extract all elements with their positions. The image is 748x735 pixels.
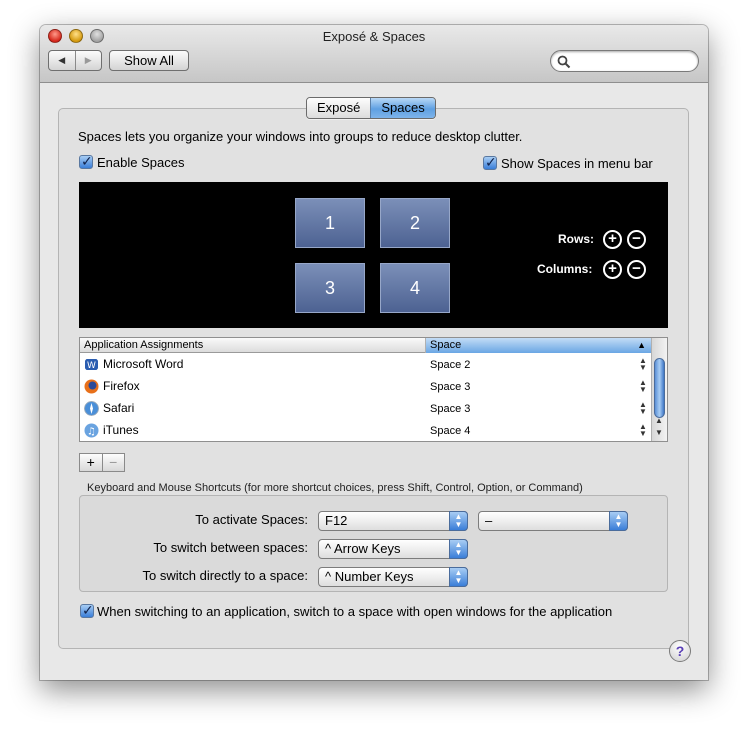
switch-between-label: To switch between spaces: (153, 540, 308, 555)
switch-to-app-space-checkbox[interactable] (80, 602, 94, 619)
remove-column-button[interactable]: − (627, 260, 646, 279)
tab-switcher: Exposé Spaces (306, 97, 436, 119)
show-all-button[interactable]: Show All (109, 50, 189, 71)
column-header-space[interactable]: Space ▲ (426, 338, 652, 353)
enable-spaces-label: Enable Spaces (97, 155, 185, 170)
column-header-space-label: Space (430, 339, 462, 351)
activate-spaces-label: To activate Spaces: (195, 512, 308, 527)
switch-between-value: ^ Arrow Keys (325, 541, 401, 556)
activate-spaces-popup[interactable]: F12 ▲ ▼ (318, 511, 468, 531)
help-button[interactable]: ? (669, 640, 691, 662)
svg-text:♫: ♫ (87, 427, 96, 438)
column-header-application[interactable]: Application Assignments (80, 338, 426, 353)
table-scrollbar[interactable]: ▲ ▼ (651, 338, 667, 441)
scroll-down-icon[interactable]: ▼ (655, 428, 663, 437)
preferences-window: Exposé & Spaces ◀ ▶ Show All Exposé Spac… (40, 25, 708, 680)
add-assignment-button[interactable]: + (80, 454, 102, 471)
table-header: Application Assignments Space ▲ (80, 338, 652, 353)
show-in-menu-bar-checkbox[interactable] (483, 154, 497, 171)
back-forward-group: ◀ ▶ (48, 50, 102, 71)
space-tile-4[interactable]: 4 (380, 263, 450, 313)
table-row[interactable]: Safari Space 3 ▲ ▼ (80, 398, 652, 420)
enable-spaces-checkbox[interactable] (79, 153, 93, 170)
sort-ascending-icon: ▲ (637, 340, 646, 350)
popup-arrows-icon: ▲ ▼ (449, 511, 468, 531)
app-name: iTunes (103, 423, 139, 437)
scroll-up-icon[interactable]: ▲ (655, 416, 663, 425)
popup-arrows-icon: ▲ ▼ (449, 539, 468, 559)
show-in-menu-bar-label: Show Spaces in menu bar (501, 156, 653, 171)
firefox-icon (84, 379, 99, 394)
space-stepper-icon[interactable]: ▲ ▼ (639, 357, 647, 372)
back-button[interactable]: ◀ (49, 51, 75, 70)
shortcuts-section-title: Keyboard and Mouse Shortcuts (for more s… (87, 482, 583, 494)
search-input[interactable] (573, 53, 691, 69)
search-icon (557, 55, 571, 69)
activate-spaces-mouse-value: – (485, 513, 493, 528)
table-row[interactable]: ♫ iTunes Space 4 ▲ ▼ (80, 420, 652, 442)
table-row[interactable]: W Microsoft Word Space 2 ▲ ▼ (80, 354, 652, 376)
switch-to-app-space-label: When switching to an application, switch… (97, 604, 613, 619)
switch-directly-value: ^ Number Keys (325, 569, 414, 584)
safari-icon (84, 401, 99, 416)
word-icon: W (85, 359, 98, 371)
itunes-icon: ♫ (84, 423, 99, 438)
add-remove-control: + − (79, 453, 125, 472)
space-tile-1[interactable]: 1 (295, 198, 365, 248)
activate-spaces-mouse-popup[interactable]: – ▲ ▼ (478, 511, 628, 531)
space-value[interactable]: Space 4 (430, 425, 470, 437)
space-stepper-icon[interactable]: ▲ ▼ (639, 401, 647, 416)
shortcuts-box: To activate Spaces: F12 ▲ ▼ – ▲ ▼ To switc… (79, 495, 668, 592)
remove-assignment-button[interactable]: − (101, 454, 125, 471)
space-tile-2[interactable]: 2 (380, 198, 450, 248)
columns-label: Columns: (537, 262, 593, 276)
space-value[interactable]: Space 3 (430, 381, 470, 393)
application-assignments-table: Application Assignments Space ▲ W Micros… (79, 337, 668, 442)
add-row-button[interactable]: + (603, 230, 622, 249)
switch-directly-popup[interactable]: ^ Number Keys ▲ ▼ (318, 567, 468, 587)
space-stepper-icon[interactable]: ▲ ▼ (639, 379, 647, 394)
tab-spaces[interactable]: Spaces (370, 98, 435, 118)
app-name: Microsoft Word (103, 357, 184, 371)
popup-arrows-icon: ▲ ▼ (449, 567, 468, 587)
switch-directly-label: To switch directly to a space: (142, 568, 308, 583)
forward-button[interactable]: ▶ (74, 51, 102, 70)
popup-arrows-icon: ▲ ▼ (609, 511, 628, 531)
add-column-button[interactable]: + (603, 260, 622, 279)
space-stepper-icon[interactable]: ▲ ▼ (639, 423, 647, 438)
window-title: Exposé & Spaces (322, 29, 426, 44)
search-field[interactable] (550, 50, 699, 72)
space-value[interactable]: Space 3 (430, 403, 470, 415)
switch-between-popup[interactable]: ^ Arrow Keys ▲ ▼ (318, 539, 468, 559)
rows-label: Rows: (558, 232, 594, 246)
svg-text:W: W (87, 361, 96, 371)
remove-row-button[interactable]: − (627, 230, 646, 249)
tab-expose[interactable]: Exposé (307, 98, 371, 118)
table-row[interactable]: Firefox Space 3 ▲ ▼ (80, 376, 652, 398)
app-name: Safari (103, 401, 135, 415)
space-value[interactable]: Space 2 (430, 359, 470, 371)
activate-spaces-value: F12 (325, 513, 348, 528)
spaces-preview: 1 2 3 4 Rows: + − Columns: + − (79, 182, 668, 328)
title-bar: Exposé & Spaces ◀ ▶ Show All (40, 25, 708, 83)
scrollbar-thumb[interactable] (654, 358, 665, 418)
app-name: Firefox (103, 379, 140, 393)
space-tile-3[interactable]: 3 (295, 263, 365, 313)
spaces-description: Spaces lets you organize your windows in… (78, 129, 523, 144)
